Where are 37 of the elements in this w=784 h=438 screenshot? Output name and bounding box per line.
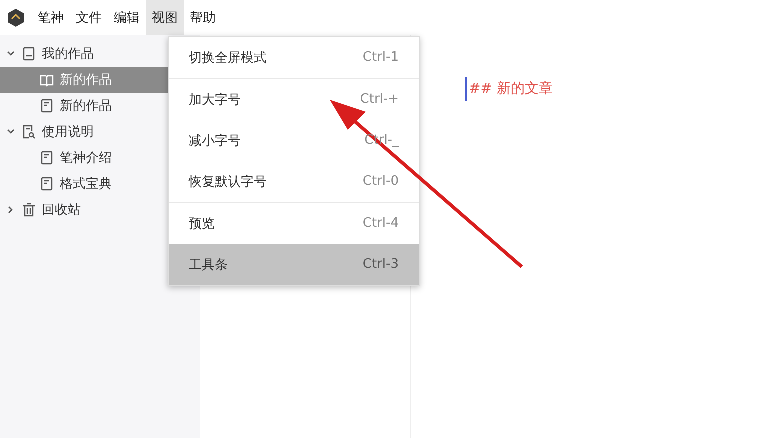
- menu-title[interactable]: 笔神: [32, 0, 70, 35]
- page-icon: [40, 177, 54, 191]
- menu-item-label: 切换全屏模式: [189, 50, 267, 66]
- tree-label: 新的作品: [60, 72, 112, 89]
- shortcut-label: Ctrl-0: [362, 174, 399, 189]
- app-logo-icon: [6, 8, 26, 28]
- tree-label: 我的作品: [42, 46, 94, 63]
- menu-item[interactable]: 工具条 Ctrl-3: [169, 244, 419, 285]
- document-search-icon: [22, 125, 36, 139]
- notebook-icon: [22, 47, 36, 61]
- page-icon: [40, 151, 54, 165]
- menu-title[interactable]: 帮助: [184, 0, 222, 35]
- shortcut-label: Ctrl-1: [362, 50, 399, 65]
- tree-label: 笔神介绍: [60, 150, 112, 167]
- menu-item[interactable]: 加大字号 Ctrl-+: [169, 79, 419, 120]
- menu-title[interactable]: 视图: [146, 0, 184, 35]
- trash-icon: [22, 203, 36, 217]
- menu-item-label: 工具条: [189, 256, 228, 274]
- menu-item-label: 预览: [189, 216, 215, 232]
- tree-label: 使用说明: [42, 124, 94, 141]
- tree-label: 回收站: [42, 202, 81, 219]
- book-icon: [40, 73, 54, 87]
- shortcut-label: Ctrl-3: [362, 257, 399, 272]
- menu-item[interactable]: 切换全屏模式 Ctrl-1: [169, 37, 419, 79]
- editor-text[interactable]: ## 新的文章: [465, 77, 553, 101]
- menu-item[interactable]: 预览 Ctrl-4: [169, 203, 419, 244]
- menu-title[interactable]: 编辑: [108, 0, 146, 35]
- menu-item-label: 加大字号: [189, 92, 241, 108]
- tree-label: 新的作品: [60, 98, 112, 115]
- menu-item[interactable]: 恢复默认字号 Ctrl-0: [169, 161, 419, 203]
- menu-item-label: 恢复默认字号: [189, 174, 267, 190]
- page-icon: [40, 99, 54, 113]
- menu-title[interactable]: 文件: [70, 0, 108, 35]
- menu-item-label: 减小字号: [189, 132, 241, 150]
- shortcut-label: Ctrl-+: [360, 92, 399, 107]
- shortcut-label: Ctrl-4: [362, 216, 399, 231]
- tree-label: 格式宝典: [60, 176, 112, 193]
